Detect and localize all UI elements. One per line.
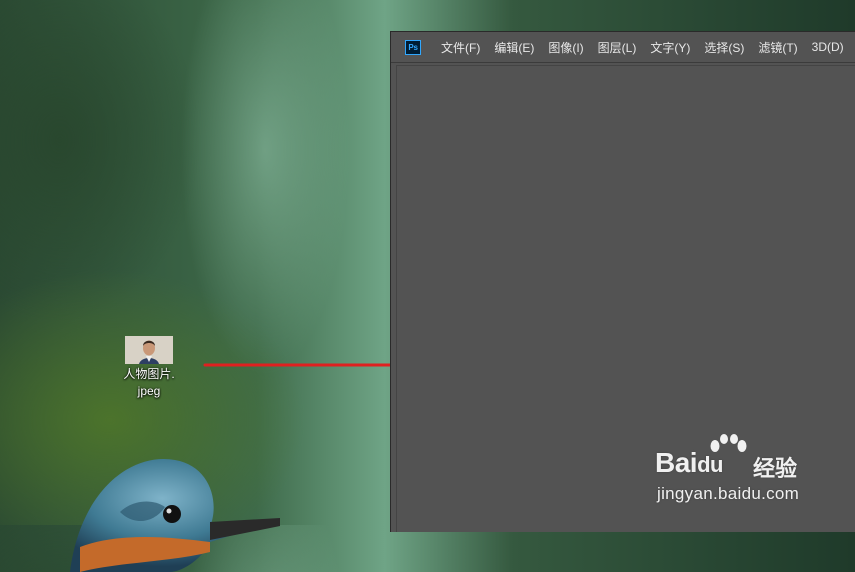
portrait-thumbnail (125, 336, 173, 364)
baidu-jingyan-watermark: Baidu 经验 jingyan.baidu.com (655, 434, 855, 524)
photoshop-logo-icon: Ps (405, 39, 421, 55)
watermark-jingyan: 经验 (753, 456, 798, 481)
menu-bar: Ps 文件(F) 编辑(E) 图像(I) 图层(L) 文字(Y) 选择(S) 滤… (391, 32, 855, 63)
wallpaper-bird (70, 458, 280, 572)
menu-filter[interactable]: 滤镜(T) (758, 39, 797, 56)
watermark-url: jingyan.baidu.com (657, 484, 800, 503)
menu-select[interactable]: 选择(S) (704, 39, 744, 56)
menu-3d[interactable]: 3D(D) (812, 40, 844, 54)
menu-file[interactable]: 文件(F) (441, 39, 480, 56)
menu-layer[interactable]: 图层(L) (598, 39, 637, 56)
watermark-brand: Baidu (655, 447, 723, 478)
menu-edit[interactable]: 编辑(E) (494, 39, 534, 56)
desktop-file-icon[interactable]: 人物图片. jpeg (113, 336, 185, 400)
menu-image[interactable]: 图像(I) (548, 39, 583, 56)
file-name-label: 人物图片. jpeg (123, 367, 175, 398)
menu-type[interactable]: 文字(Y) (650, 39, 690, 56)
